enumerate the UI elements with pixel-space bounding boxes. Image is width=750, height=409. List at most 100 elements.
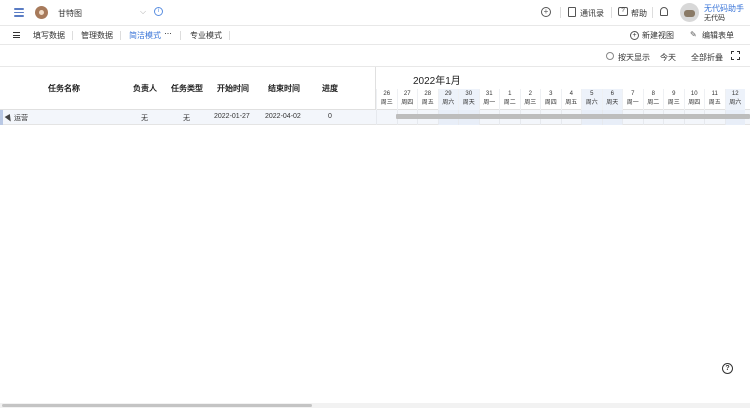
day-number: 28: [424, 91, 432, 97]
weekday-label: 周二: [647, 100, 660, 106]
day-number: 6: [610, 91, 614, 97]
day-number: 30: [465, 91, 473, 97]
cell-task-type[interactable]: 无: [183, 113, 190, 123]
gantt-cell[interactable]: [376, 110, 397, 125]
horizontal-scrollbar[interactable]: [0, 403, 750, 408]
gantt-day-column: 1 周二: [499, 89, 520, 110]
day-number: 2: [528, 91, 532, 97]
day-number: 3: [549, 91, 553, 97]
tab-pro-mode[interactable]: 专业模式: [190, 30, 222, 41]
column-header-progress[interactable]: 进度: [322, 83, 338, 94]
more-icon[interactable]: ···: [164, 28, 172, 38]
column-header-start-time[interactable]: 开始时间: [217, 83, 249, 94]
gantt-day-column: 10 周四: [683, 89, 705, 110]
weekday-label: 周五: [421, 100, 434, 106]
clock-icon[interactable]: [606, 52, 614, 60]
divider: [560, 7, 561, 18]
weekday-label: 周六: [729, 100, 742, 106]
day-number: 26: [383, 91, 391, 97]
gantt-day-column: 29 周六: [437, 89, 458, 110]
weekday-label: 周天: [462, 100, 475, 106]
day-number: 10: [690, 91, 698, 97]
contacts-icon[interactable]: [568, 7, 576, 17]
gantt-toolbar: 按天显示 今天 全部折叠: [0, 45, 750, 67]
help-float-icon[interactable]: ?: [722, 363, 733, 374]
pencil-icon[interactable]: ✎: [690, 30, 697, 39]
day-number: 31: [485, 91, 493, 97]
column-header-task-type[interactable]: 任务类型: [171, 83, 203, 94]
divider: [120, 31, 121, 40]
day-number: 7: [631, 91, 635, 97]
info-icon[interactable]: i: [154, 7, 163, 16]
cell-owner[interactable]: 无: [141, 113, 148, 123]
tab-manage-data[interactable]: 管理数据: [81, 30, 113, 41]
day-number: 9: [672, 91, 676, 97]
gantt-day-column: 6 周天: [601, 89, 622, 110]
plus-circle-icon[interactable]: +: [630, 31, 639, 40]
gantt-day-column: 11 周五: [704, 89, 725, 110]
gantt-month-label: 2022年1月: [413, 76, 461, 87]
by-day-button[interactable]: 按天显示: [618, 52, 650, 63]
divider: [72, 31, 73, 40]
contacts-button[interactable]: 通讯录: [580, 8, 604, 19]
weekday-label: 周四: [688, 100, 701, 106]
weekday-label: 周五: [565, 100, 578, 106]
cell-end-time[interactable]: 2022-04-02: [265, 113, 301, 120]
fullscreen-icon[interactable]: [730, 50, 740, 60]
day-number: 27: [403, 91, 411, 97]
row-selection-indicator: [0, 110, 3, 125]
weekday-label: 周一: [483, 100, 496, 106]
chevron-down-icon[interactable]: ⌵: [140, 7, 146, 17]
add-icon[interactable]: +: [541, 7, 551, 17]
avatar[interactable]: [680, 3, 699, 22]
weekday-label: 周四: [544, 100, 557, 106]
column-header-owner[interactable]: 负责人: [133, 83, 157, 94]
weekday-label: 周三: [380, 100, 393, 106]
gantt-task-bar[interactable]: [396, 114, 750, 119]
column-header-end-time[interactable]: 结束时间: [268, 83, 300, 94]
collapse-all-button[interactable]: 全部折叠: [691, 52, 723, 63]
gantt-day-column: 4 周五: [560, 89, 582, 110]
day-number: 11: [711, 91, 718, 97]
cell-progress[interactable]: 0: [328, 113, 332, 120]
cell-task-name[interactable]: 运营: [14, 113, 28, 123]
gantt-day-column: 3 周四: [540, 89, 561, 110]
divider: [180, 31, 181, 40]
gantt-day-column: 7 周一: [622, 89, 643, 110]
weekday-label: 周六: [585, 100, 598, 106]
edit-form-button[interactable]: 编辑表单: [702, 30, 734, 41]
bell-icon[interactable]: [660, 7, 668, 16]
new-view-button[interactable]: 新建视图: [642, 30, 674, 41]
help-icon[interactable]: ?: [618, 7, 628, 16]
app-logo: [35, 6, 48, 19]
tab-fill-data[interactable]: 填写数据: [33, 30, 65, 41]
view-bar: 填写数据 管理数据 简洁模式 ··· 专业模式 + 新建视图 ✎ 编辑表单: [0, 26, 750, 45]
weekday-label: 周六: [442, 100, 455, 106]
app-title[interactable]: 甘特图: [58, 8, 82, 19]
weekday-label: 周天: [606, 100, 619, 106]
scrollbar-thumb[interactable]: [2, 404, 312, 407]
day-number: 5: [590, 91, 594, 97]
gantt-day-column: 8 周二: [642, 89, 664, 110]
divider: [611, 7, 612, 18]
help-button[interactable]: 帮助: [631, 8, 647, 19]
weekday-label: 周三: [667, 100, 680, 106]
gantt-day-column: 27 周四: [396, 89, 418, 110]
top-bar: 甘特图 ⌵ i + 通讯录 ? 帮助 无代码助手 无代码: [0, 0, 750, 26]
hamburger-icon[interactable]: [13, 32, 20, 40]
column-header-task-name[interactable]: 任务名称: [48, 83, 80, 94]
app-menu-icon[interactable]: [14, 8, 24, 17]
gantt-day-column: 9 周三: [663, 89, 684, 110]
weekday-label: 周四: [401, 100, 414, 106]
day-number: 12: [731, 91, 739, 97]
gantt-day-column: 31 周一: [478, 89, 500, 110]
today-button[interactable]: 今天: [660, 52, 676, 63]
gantt-day-column: 2 周三: [519, 89, 541, 110]
tab-simple-mode[interactable]: 简洁模式: [129, 30, 161, 41]
cell-start-time[interactable]: 2022-01-27: [214, 113, 250, 120]
day-number: 29: [444, 91, 452, 97]
gantt-day-column: 5 周六: [581, 89, 602, 110]
weekday-label: 周五: [708, 100, 721, 106]
weekday-label: 周三: [524, 100, 537, 106]
divider: [652, 7, 653, 18]
